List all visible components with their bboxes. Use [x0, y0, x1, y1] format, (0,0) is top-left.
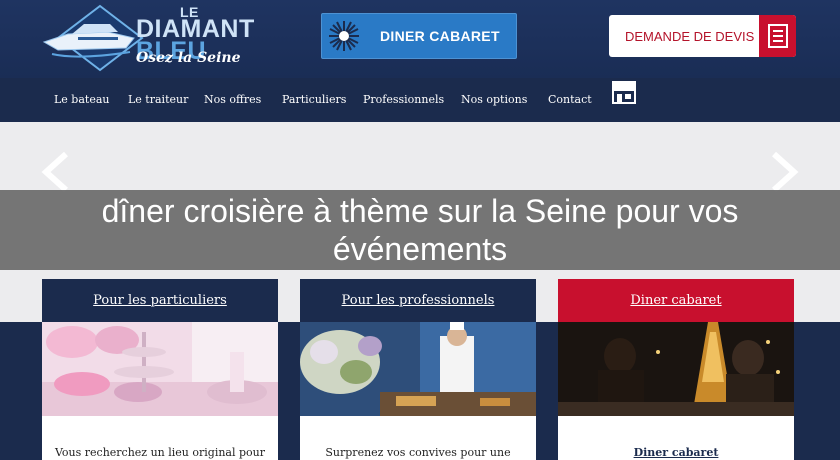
nav-item-professionnels[interactable]: Professionnels	[363, 93, 444, 106]
card-header: Pour les particuliers	[42, 279, 278, 322]
card-image-diner-cabaret	[558, 322, 794, 416]
boat-logo-icon	[42, 4, 144, 72]
chevron-left-icon[interactable]	[40, 150, 70, 194]
card-title-professionnels[interactable]: Pour les professionnels	[342, 293, 495, 308]
logo-tagline: Osez la Seine	[136, 50, 241, 66]
chevron-right-icon[interactable]	[770, 150, 800, 194]
card-title-particuliers[interactable]: Pour les particuliers	[93, 293, 227, 308]
nav-item-contact[interactable]: Contact	[548, 93, 592, 106]
document-list-icon	[759, 15, 796, 57]
diner-cabaret-button[interactable]: DINER CABARET	[321, 13, 517, 59]
nav-item-le-bateau[interactable]: Le bateau	[54, 93, 109, 106]
card-diner-cabaret[interactable]: Diner cabaret Diner cabaret	[558, 279, 794, 460]
storefront-icon[interactable]	[611, 80, 637, 104]
main-nav: Le bateau Le traiteur Nos offres Particu…	[0, 78, 840, 122]
card-text-professionnels: Surprenez vos convives pour une	[325, 446, 511, 459]
card-text-particuliers: Vous recherchez un lieu original pour	[54, 446, 266, 459]
demande-devis-button[interactable]: DEMANDE DE DEVIS	[609, 15, 796, 57]
nav-item-le-traiteur[interactable]: Le traiteur	[128, 93, 188, 106]
card-professionnels[interactable]: Pour les professionnels Surprenez vos co…	[300, 279, 536, 460]
nav-item-nos-offres[interactable]: Nos offres	[204, 93, 261, 106]
starburst-icon	[322, 14, 366, 58]
nav-item-nos-options[interactable]: Nos options	[461, 93, 527, 106]
site-header: LE DIAMANT BLEU Osez la Seine DINER CABA…	[0, 0, 840, 78]
hero-title: dîner croisière à thème sur la Seine pou…	[101, 193, 739, 267]
card-image-professionnels	[300, 322, 536, 416]
card-header: Pour les professionnels	[300, 279, 536, 322]
card-header: Diner cabaret	[558, 279, 794, 322]
card-image-particuliers	[42, 322, 278, 416]
card-particuliers[interactable]: Pour les particuliers Vous recherchez un…	[42, 279, 278, 460]
diner-cabaret-label: DINER CABARET	[380, 28, 500, 44]
card-text-diner-cabaret[interactable]: Diner cabaret	[558, 446, 794, 459]
demande-devis-label: DEMANDE DE DEVIS	[625, 28, 755, 44]
nav-item-particuliers[interactable]: Particuliers	[282, 93, 346, 106]
card-title-diner-cabaret[interactable]: Diner cabaret	[630, 293, 721, 308]
